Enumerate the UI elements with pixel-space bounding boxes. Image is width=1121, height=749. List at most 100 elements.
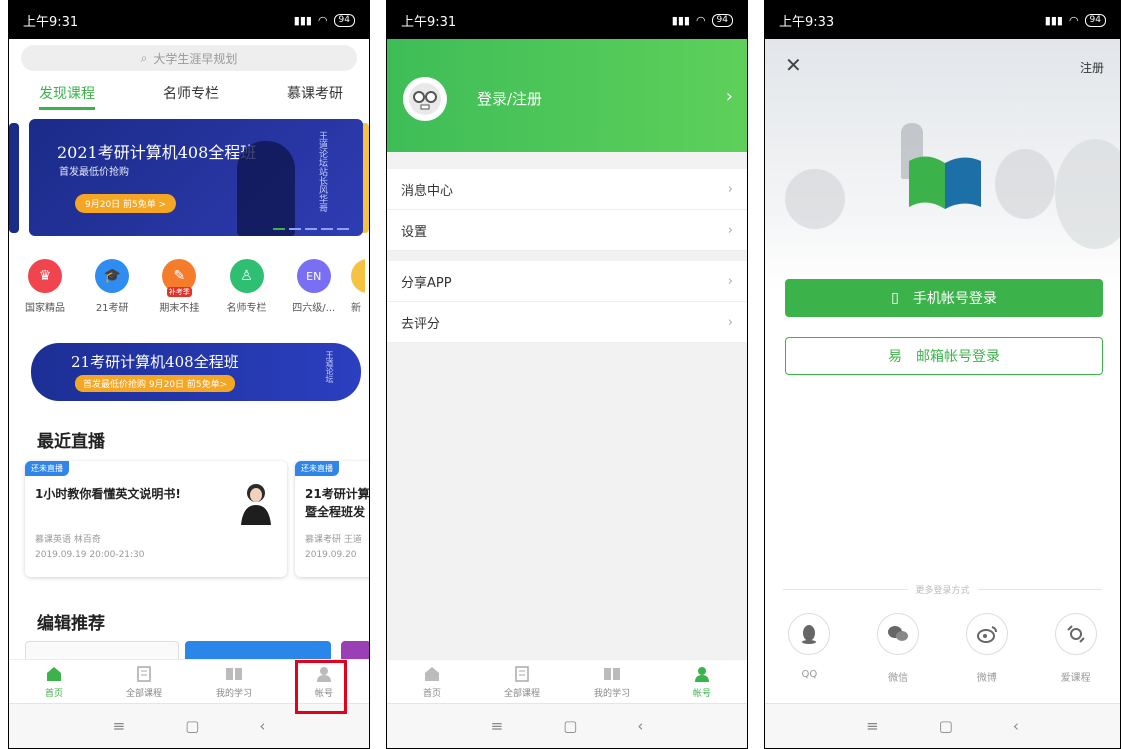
- wechat-icon: [877, 613, 920, 655]
- phone-account: 上午9:31 ▮▮▮ ◠ 94 登录/注册 › 消息中心 › 设置 › 分享APP › 去…: [386, 0, 748, 749]
- live-title: 1小时教你看懂英文说明书!: [35, 487, 181, 501]
- menu-item-messages[interactable]: 消息中心 ›: [387, 169, 747, 210]
- banner2-title: 21考研计算机408全程班: [71, 353, 239, 371]
- back-nav-icon[interactable]: ‹: [1013, 717, 1019, 735]
- back-nav-icon[interactable]: ‹: [259, 717, 265, 735]
- system-navbar: ≡ ▢ ‹: [387, 703, 747, 748]
- avatar: [403, 77, 447, 121]
- status-icons: ▮▮▮ ◠ 94: [294, 13, 355, 27]
- tab-home[interactable]: 首页: [19, 665, 89, 699]
- category-item[interactable]: ♙ 名师专栏: [217, 259, 277, 314]
- tab-account[interactable]: 帐号: [667, 665, 737, 699]
- search-bar[interactable]: ⌕ 大学生涯早规划: [21, 45, 357, 71]
- status-icons: ▮▮▮ ◠ 94: [1044, 13, 1106, 27]
- wifi-icon: ◠: [317, 13, 328, 27]
- phone-icon: ▯: [891, 290, 899, 306]
- status-time: 上午9:31: [401, 14, 457, 30]
- qq-login[interactable]: QQ: [774, 613, 844, 684]
- home-nav-icon[interactable]: ▢: [563, 717, 577, 735]
- promo-banner-2[interactable]: 21考研计算机408全程班 首发最低价抢购 9月20日 前5免单> 王道论坛: [31, 343, 361, 401]
- live-card[interactable]: 还未直播 1小时教你看懂英文说明书! 慕课英语 林百奇 2019.09.19 20…: [25, 461, 287, 577]
- status-time: 上午9:33: [779, 14, 835, 30]
- account-header[interactable]: 登录/注册 ›: [387, 39, 747, 152]
- social-login-row: QQ 微信 微博 爱课程: [765, 613, 1120, 684]
- status-bar: 上午9:33 ▮▮▮ ◠ 94: [765, 1, 1120, 39]
- banner-pill: 9月20日 前5免单 >: [75, 194, 177, 213]
- category-row: ♛ 国家精品 🎓 21考研 ✎ 补考季 期末不挂 ♙ 名师专栏 EN 四六级/... 新: [9, 259, 369, 314]
- menu-item-settings[interactable]: 设置 ›: [387, 210, 747, 251]
- home-nav-icon[interactable]: ▢: [939, 717, 953, 735]
- editor-section-title: 编辑推荐: [37, 614, 105, 634]
- category-item[interactable]: 新: [350, 259, 365, 314]
- bottom-tabbar: 首页 全部课程 我的学习 帐号: [387, 659, 747, 704]
- banner-dots: [273, 228, 349, 230]
- weibo-login[interactable]: 微博: [952, 613, 1022, 684]
- signal-icon: ▮▮▮: [1044, 13, 1063, 27]
- background-seat: [995, 149, 1055, 219]
- phone-login-button[interactable]: ▯ 手机帐号登录: [785, 279, 1103, 317]
- weibo-icon: [965, 613, 1008, 655]
- menu-item-rate[interactable]: 去评分 ›: [387, 302, 747, 343]
- phone-login: 上午9:33 ▮▮▮ ◠ 94 ✕ 注册 ▯ 手机帐号登录 易 邮箱帐号登录 更多登…: [764, 0, 1121, 749]
- tab-my-learning[interactable]: 我的学习: [577, 665, 647, 699]
- category-item[interactable]: EN 四六级/...: [284, 259, 344, 314]
- status-icons: ▮▮▮ ◠ 94: [671, 13, 733, 27]
- tab-home[interactable]: 首页: [397, 665, 467, 699]
- highlight-box: [295, 660, 347, 714]
- tab-kaoyan[interactable]: 慕课考研: [287, 83, 343, 110]
- menu-nav-icon[interactable]: ≡: [866, 717, 879, 735]
- email-icon: 易: [888, 349, 902, 365]
- app-logo-icon: [907, 151, 983, 225]
- search-icon: ⌕: [140, 50, 148, 65]
- live-meta: 慕课英语 林百奇 2019.09.19 20:00-21:30: [35, 535, 145, 560]
- category-item[interactable]: ♛ 国家精品: [15, 259, 75, 314]
- menu-group: 消息中心 › 设置 ›: [387, 169, 747, 251]
- tab-teachers[interactable]: 名师专栏: [163, 83, 219, 110]
- live-card[interactable]: 还未直播 21考研计算机 暨全程班发 慕课考研 王道2019.09.20: [295, 461, 369, 577]
- wechat-login[interactable]: 微信: [863, 613, 933, 684]
- background-seat: [1055, 139, 1120, 249]
- status-bar: 上午9:31 ▮▮▮ ◠ 94: [9, 1, 369, 39]
- live-badge: 还未直播: [295, 461, 339, 476]
- menu-group: 分享APP › 去评分 ›: [387, 261, 747, 343]
- chevron-right-icon: ›: [727, 181, 733, 197]
- system-navbar: ≡ ▢ ‹: [765, 703, 1120, 748]
- menu-nav-icon[interactable]: ≡: [113, 717, 126, 735]
- live-section-title: 最近直播: [37, 432, 105, 452]
- email-login-button[interactable]: 易 邮箱帐号登录: [785, 337, 1103, 375]
- signal-icon: ▮▮▮: [671, 13, 690, 27]
- more-icon: [350, 259, 365, 293]
- category-item[interactable]: ✎ 补考季 期末不挂: [149, 259, 209, 314]
- list-icon: [135, 665, 153, 683]
- tab-my-learning[interactable]: 我的学习: [199, 665, 269, 699]
- icourse-login[interactable]: 爱课程: [1041, 613, 1111, 684]
- category-item[interactable]: 🎓 21考研: [82, 259, 142, 314]
- banner-side-text: 王道论坛站长风华哥: [317, 131, 327, 212]
- background-seat: [785, 169, 845, 229]
- english-icon: EN: [296, 259, 331, 293]
- battery-icon: 94: [711, 13, 733, 27]
- live-meta: 慕课考研 王道 2019.09.20: [305, 535, 362, 560]
- close-icon[interactable]: ✕: [785, 53, 802, 77]
- home-nav-icon[interactable]: ▢: [185, 717, 199, 735]
- qq-icon: [788, 613, 831, 655]
- teacher-icon: ♙: [229, 259, 264, 293]
- more-login-divider: 更多登录方式: [783, 583, 1103, 596]
- back-nav-icon[interactable]: ‹: [637, 717, 643, 735]
- menu-item-share[interactable]: 分享APP ›: [387, 261, 747, 302]
- search-placeholder: 大学生涯早规划: [153, 51, 238, 66]
- menu-nav-icon[interactable]: ≡: [491, 717, 504, 735]
- chevron-right-icon: ›: [725, 86, 733, 107]
- graduation-cap-icon: 🎓: [95, 259, 130, 293]
- tab-discover[interactable]: 发现课程: [39, 83, 95, 110]
- banner2-subtitle: 首发最低价抢购 9月20日 前5免单>: [75, 375, 236, 392]
- promo-banner[interactable]: 2021考研计算机408全程班 首发最低价抢购 9月20日 前5免单 > 王道论…: [29, 119, 363, 236]
- tab-all-courses[interactable]: 全部课程: [109, 665, 179, 699]
- battery-icon: 94: [333, 13, 355, 27]
- book-icon: [603, 665, 621, 683]
- tab-all-courses[interactable]: 全部课程: [487, 665, 557, 699]
- icourse-icon: [1054, 613, 1097, 655]
- register-link[interactable]: 注册: [1080, 59, 1104, 76]
- live-badge: 还未直播: [25, 461, 69, 476]
- list-icon: [513, 665, 531, 683]
